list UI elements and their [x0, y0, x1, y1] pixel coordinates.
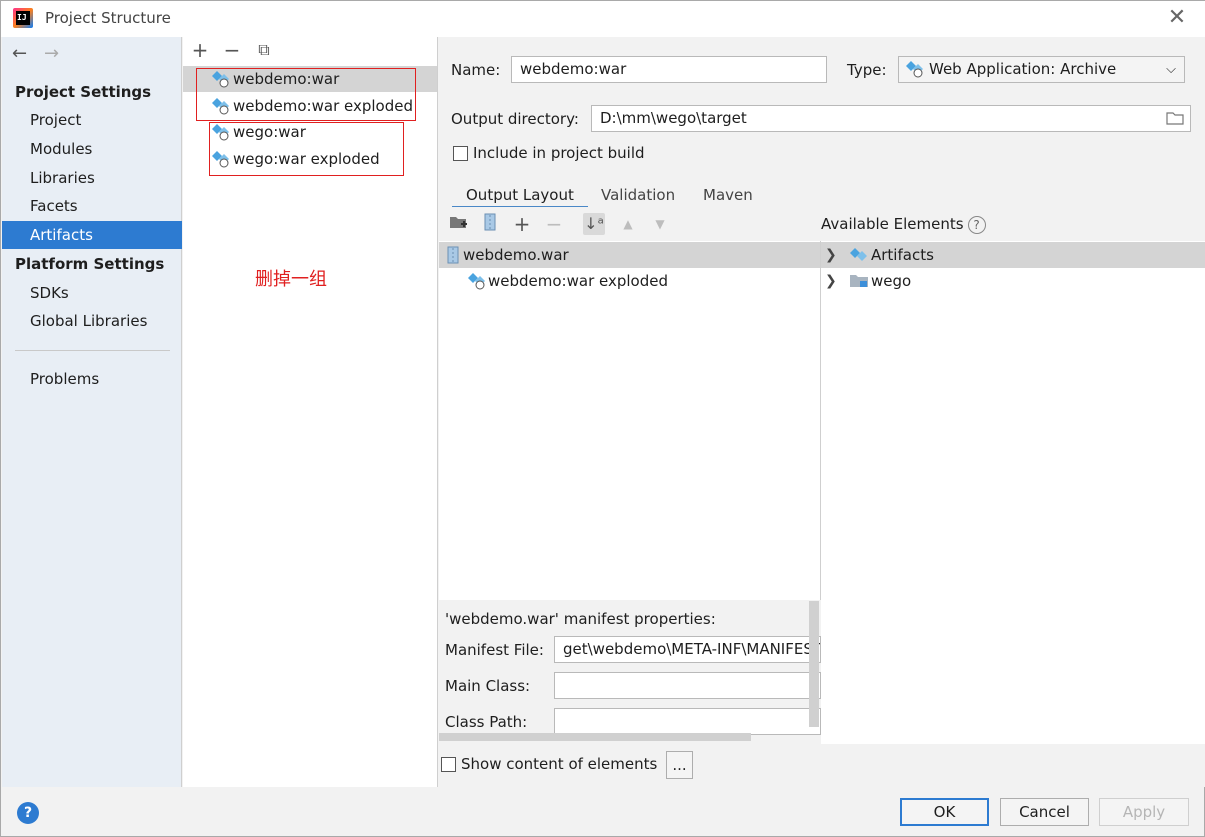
- show-content-options-button[interactable]: ...: [666, 751, 693, 779]
- available-item-wego[interactable]: ❯ wego: [821, 268, 1205, 294]
- settings-sidebar: ← → Project Settings Project Modules Lib…: [2, 37, 182, 787]
- available-elements-header: Available Elements?: [821, 207, 1205, 241]
- close-icon[interactable]: ✕: [1164, 5, 1190, 31]
- new-directory-icon[interactable]: [447, 213, 469, 235]
- layout-item-webdemo-war[interactable]: webdemo.war: [439, 242, 820, 268]
- annotation-box-wego: [209, 122, 404, 176]
- module-folder-icon: [850, 275, 868, 287]
- archive-icon[interactable]: [479, 213, 501, 235]
- artifact-detail-pane: Name: webdemo:war Type: Web Application:…: [439, 37, 1205, 787]
- output-directory-value: D:\mm\wego\target: [600, 109, 747, 127]
- manifest-header: 'webdemo.war' manifest properties:: [445, 610, 716, 628]
- output-layout-pane: + − ↓ᵃ ▲ ▼ webdemo.war webdemo:war explo…: [439, 207, 821, 635]
- manifest-file-label: Manifest File:: [445, 641, 544, 659]
- available-item-label: Artifacts: [871, 246, 934, 264]
- move-up-icon[interactable]: ▲: [617, 213, 639, 235]
- sidebar-item-libraries[interactable]: Libraries: [2, 164, 182, 192]
- window-title: Project Structure: [45, 9, 171, 27]
- manifest-vertical-scrollbar[interactable]: [809, 601, 819, 727]
- annotation-box-webdemo: [196, 68, 416, 121]
- include-in-build-checkbox[interactable]: [453, 146, 468, 161]
- available-elements-label: Available Elements: [821, 215, 964, 233]
- class-path-label: Class Path:: [445, 713, 528, 731]
- name-label: Name:: [451, 61, 501, 79]
- main-class-label: Main Class:: [445, 677, 531, 695]
- apply-button[interactable]: Apply: [1099, 798, 1189, 826]
- sidebar-item-artifacts[interactable]: Artifacts: [2, 221, 182, 249]
- tab-output-layout[interactable]: Output Layout: [452, 181, 588, 209]
- sidebar-item-modules[interactable]: Modules: [2, 135, 182, 163]
- output-directory-field[interactable]: D:\mm\wego\target: [591, 105, 1191, 132]
- sidebar-divider: [15, 350, 170, 351]
- ok-button[interactable]: OK: [900, 798, 989, 826]
- sidebar-item-problems[interactable]: Problems: [2, 365, 182, 393]
- manifest-horizontal-scrollbar[interactable]: [439, 733, 751, 741]
- help-icon[interactable]: ?: [17, 802, 39, 824]
- artifacts-icon: [850, 248, 867, 261]
- output-directory-label: Output directory:: [451, 110, 579, 128]
- web-artifact-icon: [468, 273, 485, 290]
- manifest-properties-panel: 'webdemo.war' manifest properties: Manif…: [439, 600, 821, 745]
- cancel-button[interactable]: Cancel: [1000, 798, 1089, 826]
- available-item-label: wego: [871, 272, 912, 290]
- web-artifact-icon: [906, 61, 923, 78]
- tab-maven[interactable]: Maven: [689, 181, 767, 209]
- chevron-right-icon[interactable]: ❯: [825, 242, 837, 268]
- project-settings-header: Project Settings: [15, 83, 152, 101]
- type-dropdown-value: Web Application: Archive: [929, 60, 1117, 78]
- available-item-artifacts[interactable]: ❯ Artifacts: [821, 242, 1205, 268]
- main-class-field[interactable]: [554, 672, 821, 699]
- sidebar-item-sdks[interactable]: SDKs: [2, 279, 182, 307]
- help-icon[interactable]: ?: [967, 215, 986, 234]
- layout-item-webdemo-war-exploded[interactable]: webdemo:war exploded: [439, 268, 820, 294]
- title-bar: IJ Project Structure ✕: [1, 1, 1205, 37]
- intellij-logo-icon: IJ: [13, 8, 33, 28]
- annotation-text: 删掉一组: [255, 269, 327, 290]
- layout-toolbar: + − ↓ᵃ ▲ ▼: [439, 207, 821, 241]
- type-dropdown[interactable]: Web Application: Archive ⌵: [898, 56, 1185, 83]
- remove-artifact-button[interactable]: −: [221, 39, 243, 61]
- layout-item-label: webdemo.war: [463, 246, 569, 264]
- logo-text: IJ: [16, 11, 30, 25]
- sidebar-item-global-libraries[interactable]: Global Libraries: [2, 307, 182, 335]
- available-elements-pane: Available Elements? ❯ Artifacts ❯ wego: [821, 207, 1205, 744]
- show-content-label: Show content of elements: [461, 755, 658, 773]
- add-artifact-button[interactable]: +: [189, 39, 211, 61]
- class-path-field[interactable]: [554, 708, 821, 735]
- move-down-icon[interactable]: ▼: [649, 213, 671, 235]
- forward-arrow-icon[interactable]: →: [44, 43, 59, 64]
- artifact-list-pane: + − ⧉ webdemo:war webdemo:war exploded w…: [183, 37, 438, 787]
- remove-element-icon[interactable]: −: [543, 213, 565, 235]
- include-in-build-label: Include in project build: [473, 144, 645, 162]
- platform-settings-header: Platform Settings: [15, 255, 165, 273]
- folder-browse-icon[interactable]: [1166, 111, 1184, 125]
- tab-validation[interactable]: Validation: [587, 181, 689, 209]
- sidebar-item-project[interactable]: Project: [2, 106, 182, 134]
- back-arrow-icon[interactable]: ←: [12, 43, 27, 64]
- add-element-icon[interactable]: +: [511, 213, 533, 235]
- copy-artifact-button[interactable]: ⧉: [253, 39, 275, 61]
- layout-item-label: webdemo:war exploded: [488, 272, 668, 290]
- name-field[interactable]: webdemo:war: [511, 56, 827, 83]
- sidebar-item-facets[interactable]: Facets: [2, 192, 182, 220]
- war-archive-icon: [447, 246, 459, 264]
- project-structure-dialog: IJ Project Structure ✕ ← → Project Setti…: [0, 0, 1205, 837]
- manifest-file-field[interactable]: get\webdemo\META-INF\MANIFEST.MF: [554, 636, 821, 663]
- type-label: Type:: [847, 61, 887, 79]
- show-content-checkbox[interactable]: [441, 757, 456, 772]
- chevron-right-icon[interactable]: ❯: [825, 268, 837, 294]
- sort-elements-icon[interactable]: ↓ᵃ: [583, 213, 605, 235]
- chevron-down-icon: ⌵: [1166, 62, 1176, 77]
